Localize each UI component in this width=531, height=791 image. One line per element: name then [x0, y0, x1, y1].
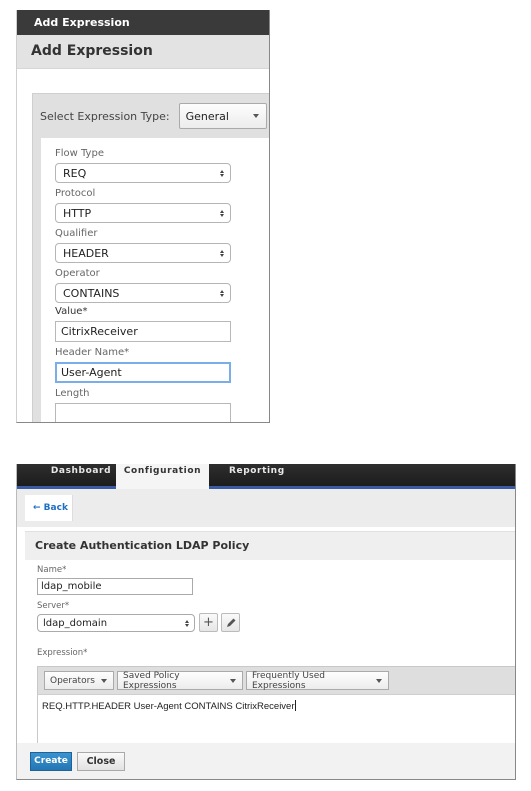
protocol-label: Protocol — [55, 188, 96, 199]
operator-label: Operator — [55, 268, 100, 279]
tab-dashboard[interactable]: Dashboard — [41, 464, 121, 486]
ldap-policy-page: Dashboard Configuration Reporting ← Back… — [16, 464, 516, 780]
flow-type-select[interactable]: REQ — [55, 163, 231, 183]
qualifier-value: HEADER — [63, 246, 109, 260]
flow-type-label: Flow Type — [55, 148, 104, 159]
qualifier-label: Qualifier — [55, 228, 98, 239]
protocol-select[interactable]: HTTP — [55, 203, 231, 223]
qualifier-select[interactable]: HEADER — [55, 243, 231, 263]
name-label: Name* — [37, 565, 67, 575]
length-input[interactable] — [55, 403, 231, 422]
add-expression-dialog: Add Expression Add Expression Select Exp… — [16, 10, 270, 423]
expression-type-select[interactable]: General — [178, 103, 267, 129]
up-down-arrows-icon — [220, 249, 224, 257]
expression-textarea[interactable]: REQ.HTTP.HEADER User-Agent CONTAINS Citr… — [38, 695, 515, 712]
flow-type-value: REQ — [63, 166, 87, 180]
expression-fields: Flow Type REQ Protocol HTTP Qualifier HE… — [41, 138, 269, 422]
frequently-used-expressions-dropdown[interactable]: Frequently Used Expressions — [246, 670, 389, 691]
form-footer: Create Close — [17, 743, 515, 779]
plus-icon: + — [203, 615, 214, 630]
protocol-value: HTTP — [63, 206, 92, 220]
operator-select[interactable]: CONTAINS — [55, 283, 231, 303]
header-name-input[interactable]: User-Agent — [55, 362, 231, 383]
expression-type-panel: Select Expression Type: General Flow Typ… — [32, 93, 269, 422]
up-down-arrows-icon — [185, 619, 189, 627]
create-button[interactable]: Create — [30, 752, 72, 771]
dialog-header: Add Expression — [17, 35, 269, 69]
chevron-down-icon — [252, 114, 259, 118]
expression-value: REQ.HTTP.HEADER User-Agent CONTAINS Citr… — [42, 701, 295, 712]
edit-server-button[interactable] — [221, 613, 240, 632]
up-down-arrows-icon — [220, 169, 224, 177]
expression-label: Expression* — [37, 648, 88, 658]
up-down-arrows-icon — [220, 289, 224, 297]
add-server-button[interactable]: + — [199, 613, 218, 632]
frequently-used-expressions-label: Frequently Used Expressions — [252, 670, 325, 691]
saved-policy-expressions-dropdown[interactable]: Saved Policy Expressions — [117, 670, 243, 691]
back-button[interactable]: ← Back — [25, 495, 73, 521]
policy-form: Name* ldap_mobile Server* ldap_domain + … — [25, 560, 515, 746]
text-cursor — [294, 700, 296, 711]
form-title: Create Authentication LDAP Policy — [25, 531, 515, 561]
chevron-down-icon — [376, 678, 382, 683]
length-label: Length — [55, 388, 90, 399]
tab-configuration[interactable]: Configuration — [116, 464, 209, 489]
expression-toolbar: Operators Saved Policy Expressions Frequ… — [38, 667, 515, 695]
operators-label: Operators — [50, 675, 95, 686]
chevron-down-icon — [101, 678, 107, 683]
pencil-icon — [226, 618, 235, 627]
header-name-label: Header Name* — [55, 347, 130, 358]
back-bar: ← Back — [17, 489, 515, 527]
server-select[interactable]: ldap_domain — [37, 614, 195, 632]
saved-policy-expressions-label: Saved Policy Expressions — [123, 670, 180, 691]
top-navigation: Dashboard Configuration Reporting — [17, 464, 515, 489]
expression-type-label: Select Expression Type: — [40, 109, 170, 123]
chevron-down-icon — [230, 678, 236, 683]
server-label: Server* — [37, 601, 70, 611]
name-input[interactable]: ldap_mobile — [37, 578, 193, 595]
up-down-arrows-icon — [220, 209, 224, 217]
operators-dropdown[interactable]: Operators — [44, 671, 114, 690]
expression-type-value: General — [185, 109, 229, 123]
server-value: ldap_domain — [43, 617, 108, 629]
value-label: Value* — [55, 306, 88, 317]
operator-value: CONTAINS — [63, 286, 120, 300]
close-button[interactable]: Close — [77, 752, 125, 771]
value-input[interactable]: CitrixReceiver — [55, 321, 231, 342]
dialog-body: Select Expression Type: General Flow Typ… — [17, 70, 269, 422]
expression-editor: Operators Saved Policy Expressions Frequ… — [37, 666, 515, 746]
dialog-titlebar: Add Expression — [17, 10, 269, 35]
tab-reporting[interactable]: Reporting — [229, 464, 299, 486]
